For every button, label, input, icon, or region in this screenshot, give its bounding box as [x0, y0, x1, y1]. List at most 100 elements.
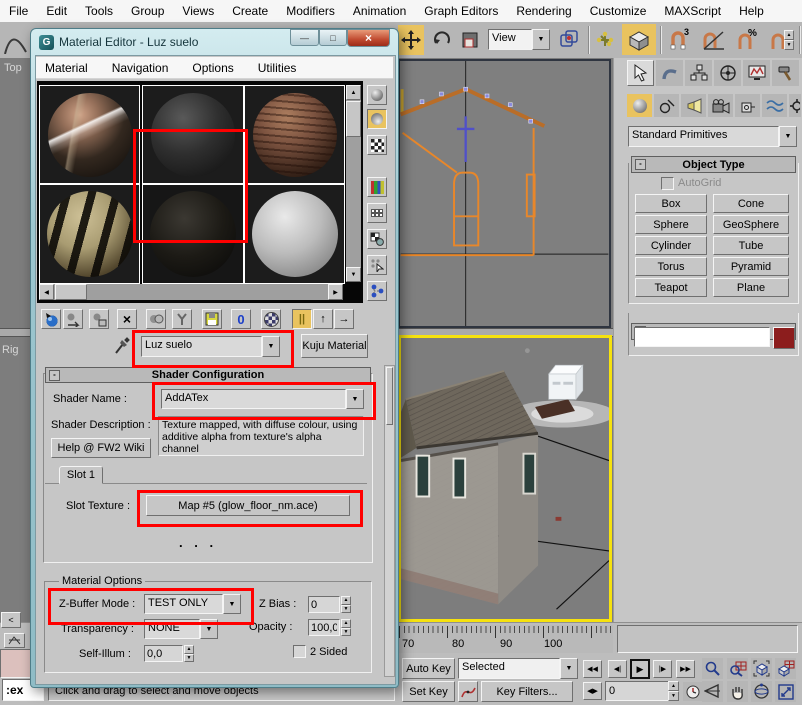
zbuffer-mode-dropdown[interactable]: TEST ONLY ▼	[144, 594, 241, 614]
zoom-extents-all-button[interactable]	[775, 658, 796, 679]
self-illum-spinner[interactable]: ▲▼	[184, 645, 194, 662]
object-button-pyramid[interactable]: Pyramid	[713, 257, 789, 276]
opacity-spinner[interactable]: ▲▼	[341, 619, 351, 636]
select-and-scale-button[interactable]	[458, 28, 482, 52]
material-id-channel-button[interactable]: 0	[231, 309, 251, 329]
tab-display[interactable]	[743, 60, 770, 86]
object-button-box[interactable]: Box	[635, 194, 707, 213]
sample-type-button[interactable]	[367, 85, 387, 105]
category-shapes[interactable]	[654, 94, 679, 117]
tab-create[interactable]	[627, 60, 654, 86]
sample-slot[interactable]	[39, 184, 140, 284]
sample-slot[interactable]	[39, 85, 140, 184]
sample-slot[interactable]	[244, 85, 345, 184]
percent-snap-toggle-button[interactable]: %	[732, 26, 762, 54]
scroll-right-icon[interactable]: ▶	[328, 284, 343, 300]
object-button-tube[interactable]: Tube	[713, 236, 789, 255]
select-by-material-button[interactable]	[367, 255, 387, 275]
top-viewport-label[interactable]: Top	[4, 62, 22, 74]
use-pivot-point-center-button[interactable]	[556, 26, 582, 52]
time-configuration-button[interactable]	[683, 682, 703, 701]
timeline-ruler[interactable]: 70 80 90 100	[397, 625, 613, 653]
background-button[interactable]	[367, 135, 387, 155]
spinner-snap-toggle-button[interactable]: ▲▼	[764, 26, 796, 54]
maximize-button[interactable]: □	[319, 29, 347, 46]
me-menu-utilities[interactable]: Utilities	[246, 61, 309, 75]
menu-tools[interactable]: Tools	[76, 4, 122, 18]
reference-coordinate-dropdown[interactable]: View ▼	[488, 29, 550, 50]
sample-uv-tiling-button[interactable]	[367, 177, 387, 197]
slot-texture-map-button[interactable]: Map #5 (glow_floor_nm.ace)	[146, 495, 350, 516]
get-material-button[interactable]	[41, 309, 61, 329]
zoom-extents-button[interactable]	[751, 658, 772, 679]
reset-map-button[interactable]: ×	[117, 309, 137, 329]
zoom-all-button[interactable]	[727, 658, 748, 679]
sample-slot[interactable]	[142, 85, 244, 184]
me-menu-material[interactable]: Material	[36, 61, 100, 75]
me-menu-options[interactable]: Options	[180, 61, 245, 75]
self-illum-field[interactable]	[144, 645, 183, 662]
object-button-teapot[interactable]: Teapot	[635, 278, 707, 297]
category-helpers[interactable]	[735, 94, 760, 117]
close-button[interactable]: ×	[347, 29, 390, 47]
perspective-viewport-active[interactable]	[398, 335, 612, 622]
material-type-button[interactable]: Kuju Material	[301, 334, 368, 358]
help-fw2-wiki-button[interactable]: Help @ FW2 Wiki	[51, 438, 151, 458]
tab-modify[interactable]	[656, 60, 683, 86]
previous-frame-button[interactable]: ◀|	[608, 660, 627, 678]
opacity-field[interactable]	[308, 619, 340, 636]
assign-material-to-selection-button[interactable]	[89, 309, 109, 329]
category-spacewarps[interactable]	[762, 94, 787, 117]
menu-maxscript[interactable]: MAXScript	[655, 4, 730, 18]
select-and-rotate-button[interactable]	[430, 28, 454, 52]
mini-curve-editor-button[interactable]	[4, 633, 25, 648]
front-viewport-canvas[interactable]	[400, 61, 609, 326]
transparency-dropdown[interactable]: NONE ▼	[144, 619, 218, 639]
key-filters-button[interactable]: Key Filters...	[481, 681, 573, 702]
object-button-cylinder[interactable]: Cylinder	[635, 236, 707, 255]
menu-animation[interactable]: Animation	[344, 4, 415, 18]
set-key-button[interactable]: Set Key	[402, 681, 455, 702]
frame-spinner[interactable]: ▲▼	[668, 681, 679, 701]
material-map-navigator-button[interactable]	[367, 281, 387, 301]
angle-snap-toggle-button[interactable]	[698, 26, 728, 54]
set-key-filters-toggle[interactable]	[458, 681, 478, 702]
scrollbar-thumb[interactable]	[386, 367, 393, 425]
house-model[interactable]	[401, 371, 538, 604]
tab-motion[interactable]	[714, 60, 741, 86]
zoom-button[interactable]	[702, 658, 723, 679]
shader-rollout-header[interactable]: - Shader Configuration	[45, 367, 371, 383]
scroll-down-icon[interactable]: ▼	[346, 267, 361, 282]
scroll-left-icon[interactable]: ◀	[39, 284, 54, 300]
chevron-down-icon[interactable]: ▼	[532, 29, 550, 50]
key-mode-toggle-button[interactable]: ◀▶	[583, 682, 602, 700]
menu-views[interactable]: Views	[173, 4, 223, 18]
show-map-in-viewport-button[interactable]	[261, 309, 281, 329]
make-preview-button[interactable]	[367, 229, 387, 249]
object-button-geosphere[interactable]: GeoSphere	[713, 215, 789, 234]
two-sided-checkbox[interactable]	[293, 645, 306, 658]
scrollbar-thumb[interactable]	[346, 101, 361, 137]
menu-file[interactable]: File	[0, 4, 37, 18]
front-viewport[interactable]	[398, 59, 611, 328]
menu-modifiers[interactable]: Modifiers	[277, 4, 344, 18]
material-name-dropdown[interactable]: Luz suelo ▼	[141, 336, 280, 357]
object-button-sphere[interactable]: Sphere	[635, 215, 707, 234]
go-to-parent-button[interactable]: ↑	[313, 309, 333, 329]
chevron-down-icon[interactable]: ▼	[200, 619, 218, 639]
pan-view-button[interactable]	[727, 681, 748, 702]
field-of-view-button[interactable]	[702, 681, 723, 702]
chevron-down-icon[interactable]: ▼	[346, 389, 364, 409]
slot-1-tab[interactable]: Slot 1	[59, 466, 103, 484]
snaps-toggle-button[interactable]: 3	[664, 26, 694, 54]
menu-create[interactable]: Create	[223, 4, 277, 18]
tab-utilities[interactable]	[772, 60, 799, 86]
menu-edit[interactable]: Edit	[37, 4, 76, 18]
arc-rotate-button[interactable]	[751, 681, 772, 702]
backlight-button[interactable]	[367, 109, 387, 129]
pick-material-eyedropper-icon[interactable]	[113, 337, 130, 356]
zbias-spinner[interactable]: ▲▼	[341, 596, 351, 613]
category-cameras[interactable]	[708, 94, 733, 117]
auto-key-button[interactable]: Auto Key	[402, 658, 455, 679]
scrollbar-thumb[interactable]	[55, 284, 87, 300]
